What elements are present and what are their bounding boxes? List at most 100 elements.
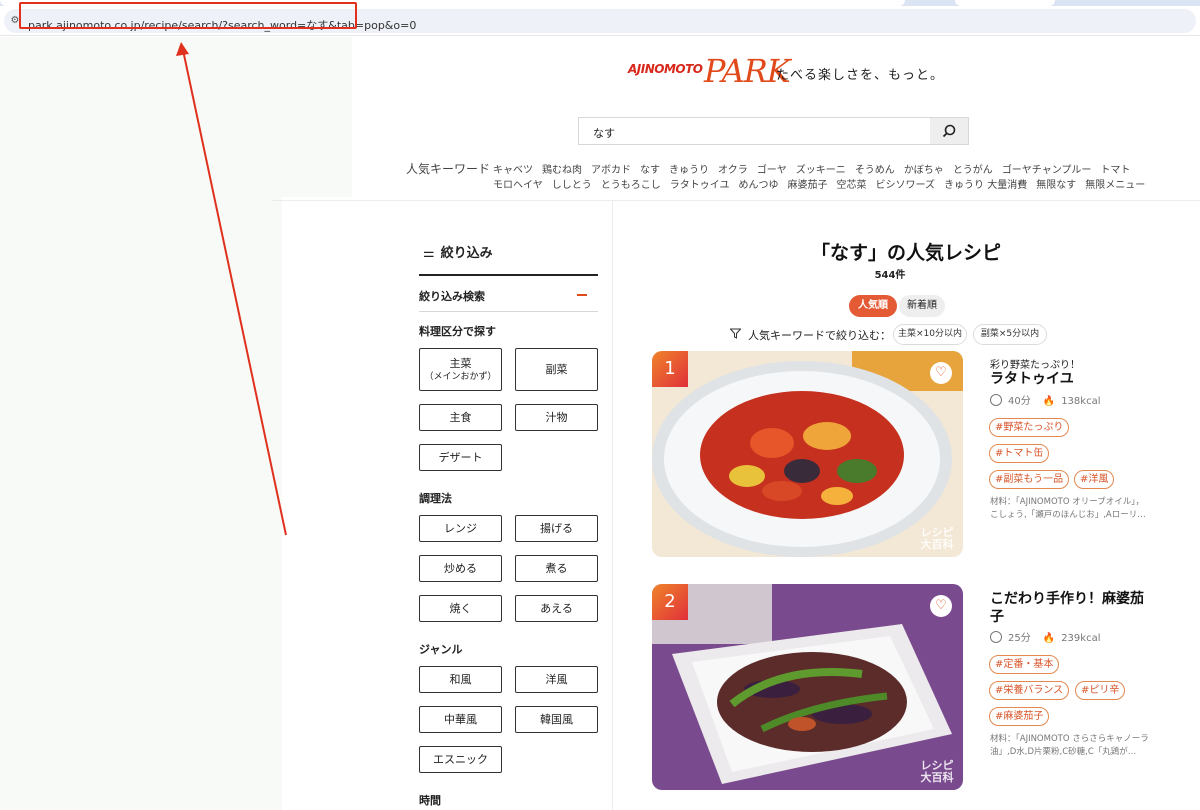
keyword-link[interactable]: 鶏むね肉 xyxy=(542,165,582,176)
recipe-tag[interactable]: #栄養バランス xyxy=(989,681,1070,700)
keyword-link[interactable]: きゅうり 大量消費 xyxy=(944,180,1027,191)
chip-method-microwave[interactable]: レンジ xyxy=(419,515,502,542)
chip-label: デザート xyxy=(438,450,483,464)
search-button[interactable] xyxy=(930,118,968,144)
logo-ajinomoto: AJINOMOTO xyxy=(628,62,703,76)
chip-genre-korean[interactable]: 韓国風 xyxy=(515,706,598,733)
keyword-link[interactable]: キャベツ xyxy=(493,165,533,176)
keyword-chip[interactable]: 副菜×5分以内 xyxy=(973,324,1047,345)
keyword-link[interactable]: ししとう xyxy=(552,180,592,191)
keyword-link[interactable]: とうもろこし xyxy=(601,180,661,191)
divider xyxy=(419,274,598,276)
chip-method-grill[interactable]: 焼く xyxy=(419,595,502,622)
keyword-link[interactable]: 麻婆茄子 xyxy=(788,180,828,191)
recipe-tag[interactable]: #麻婆茄子 xyxy=(989,707,1050,726)
divider xyxy=(272,200,1200,201)
filter-title-text: 絞り込み xyxy=(440,246,493,261)
filter-title: ⚌ 絞り込み xyxy=(423,242,493,261)
chip-label: 主菜 xyxy=(449,356,472,370)
clock-icon xyxy=(990,394,1002,406)
chip-category-main[interactable]: 主菜 （メインおかず） xyxy=(419,348,502,391)
keyword-link[interactable]: 空芯菜 xyxy=(837,180,867,191)
chip-category-staple[interactable]: 主食 xyxy=(419,404,502,431)
keyword-filter-text: 人気キーワードで絞り込む： xyxy=(748,329,891,342)
recipe-name[interactable]: こだわり手作り！麻婆茄子 xyxy=(990,590,1150,626)
keyword-link[interactable]: ゴーヤ xyxy=(757,165,787,176)
recipe-kcal: 138kcal xyxy=(1061,396,1101,407)
keyword-link[interactable]: モロヘイヤ xyxy=(493,180,543,191)
chip-label: 主食 xyxy=(449,410,472,424)
recipe-ingredients: 材料：「AJINOMOTO オリーブオイル」，こしょう,「瀬戸のほんじお」,Aロ… xyxy=(990,497,1146,520)
keyword-link[interactable]: なす xyxy=(640,165,660,176)
recipe-tag[interactable]: #トマト缶 xyxy=(989,444,1050,463)
column-divider xyxy=(612,201,613,810)
chip-method-fry[interactable]: 揚げる xyxy=(515,515,598,542)
recipe-tag[interactable]: #副菜もう一品 xyxy=(989,470,1070,489)
recipe-time: 40分 xyxy=(1008,396,1031,407)
keyword-link[interactable]: きゅうり xyxy=(669,165,709,176)
chip-method-dress[interactable]: あえる xyxy=(515,595,598,622)
chip-genre-japanese[interactable]: 和風 xyxy=(419,666,502,693)
search-input[interactable]: なす xyxy=(578,117,969,145)
recipe-kcal: 239kcal xyxy=(1061,633,1101,644)
method-label: 調理法 xyxy=(419,492,452,505)
keywords-row-1: キャベツ 鶏むね肉 アボカド なす きゅうり オクラ ゴーヤ ズッキーニ そうめん かぼちゃ とうが… xyxy=(493,161,1139,176)
chip-genre-chinese[interactable]: 中華風 xyxy=(419,706,502,733)
chip-category-soup[interactable]: 汁物 xyxy=(515,404,598,431)
chip-genre-western[interactable]: 洋風 xyxy=(515,666,598,693)
chip-method-stirfry[interactable]: 炒める xyxy=(419,555,502,582)
recipe-tag[interactable]: #野菜たっぷり xyxy=(989,418,1070,437)
keyword-link[interactable]: そうめん xyxy=(855,165,895,176)
recipe-catchphrase: 彩り野菜たっぷり！ xyxy=(990,360,1080,371)
keyword-link[interactable]: トマト xyxy=(1100,165,1130,176)
recipe-tag[interactable]: #定番・基本 xyxy=(989,655,1060,674)
keyword-link[interactable]: めんつゆ xyxy=(739,180,779,191)
tagline: たべる楽しさを、もっと。 xyxy=(776,68,945,83)
heart-icon[interactable]: ♡ xyxy=(930,595,952,617)
keyword-link[interactable]: とうがん xyxy=(953,165,993,176)
left-blank-area xyxy=(0,37,352,810)
heart-icon[interactable]: ♡ xyxy=(930,362,952,384)
sort-popular-button[interactable]: 人気順 xyxy=(849,295,897,317)
chip-category-dessert[interactable]: デザート xyxy=(419,444,502,471)
recipe-tag[interactable]: #洋風 xyxy=(1074,470,1115,489)
popular-keywords-label: 人気キーワード xyxy=(406,162,491,176)
keyword-link[interactable]: 無限なす xyxy=(1036,180,1076,191)
site-logo[interactable]: AJINOMOTO PARK xyxy=(628,52,791,94)
sort-new-button[interactable]: 新着順 xyxy=(899,295,945,317)
recipe-image[interactable]: 2 ♡ レシピ大百科 xyxy=(652,584,963,790)
filter-search-subhead[interactable]: 絞り込み検索 xyxy=(419,288,485,304)
keyword-filter-label: 人気キーワードで絞り込む： xyxy=(729,327,891,343)
results-title: 「なす」の人気レシピ xyxy=(810,242,1001,264)
recipe-tag[interactable]: #ピリ辛 xyxy=(1075,681,1126,700)
recipe-ingredients: 材料：「AJINOMOTO さらさらキャノーラ油」,D水,D片栗粉,C砂糖,C「… xyxy=(990,734,1149,757)
search-value[interactable]: なす xyxy=(593,125,615,141)
time-label: 時間 xyxy=(419,794,441,807)
keyword-chip[interactable]: 主菜×10分以内 xyxy=(893,324,967,345)
search-icon xyxy=(942,124,956,138)
watermark-logo: レシピ大百科 xyxy=(920,525,954,551)
keyword-link[interactable]: 無限メニュー xyxy=(1085,180,1145,191)
keyword-link[interactable]: オクラ xyxy=(718,165,748,176)
keyword-link[interactable]: アボカド xyxy=(591,165,631,176)
chip-genre-ethnic[interactable]: エスニック xyxy=(419,746,502,773)
recipe-name[interactable]: ラタトゥイユ xyxy=(990,370,1150,388)
chip-category-side[interactable]: 副菜 xyxy=(515,348,598,391)
chip-method-simmer[interactable]: 煮る xyxy=(515,555,598,582)
keyword-link[interactable]: かぼちゃ xyxy=(904,165,944,176)
keyword-link[interactable]: ビシソワーズ xyxy=(876,180,936,191)
chip-label: 汁物 xyxy=(545,410,568,424)
recipe-image[interactable]: 1 ♡ レシピ大百科 xyxy=(652,351,963,557)
funnel-icon xyxy=(729,328,742,342)
recipe-meta: 25分 🔥 239kcal xyxy=(990,629,1100,644)
collapse-minus-icon[interactable] xyxy=(577,294,587,296)
category-label: 料理区分で探す xyxy=(419,325,496,338)
divider xyxy=(419,311,598,312)
clock-icon xyxy=(990,631,1002,643)
keyword-link[interactable]: ラタトゥイユ xyxy=(670,180,730,191)
keyword-link[interactable]: ゴーヤチャンプルー xyxy=(1002,165,1092,176)
chip-sublabel: （メインおかず） xyxy=(424,371,497,382)
flame-icon: 🔥 xyxy=(1042,633,1056,644)
chip-label: 副菜 xyxy=(545,362,568,376)
keyword-link[interactable]: ズッキーニ xyxy=(796,165,846,176)
